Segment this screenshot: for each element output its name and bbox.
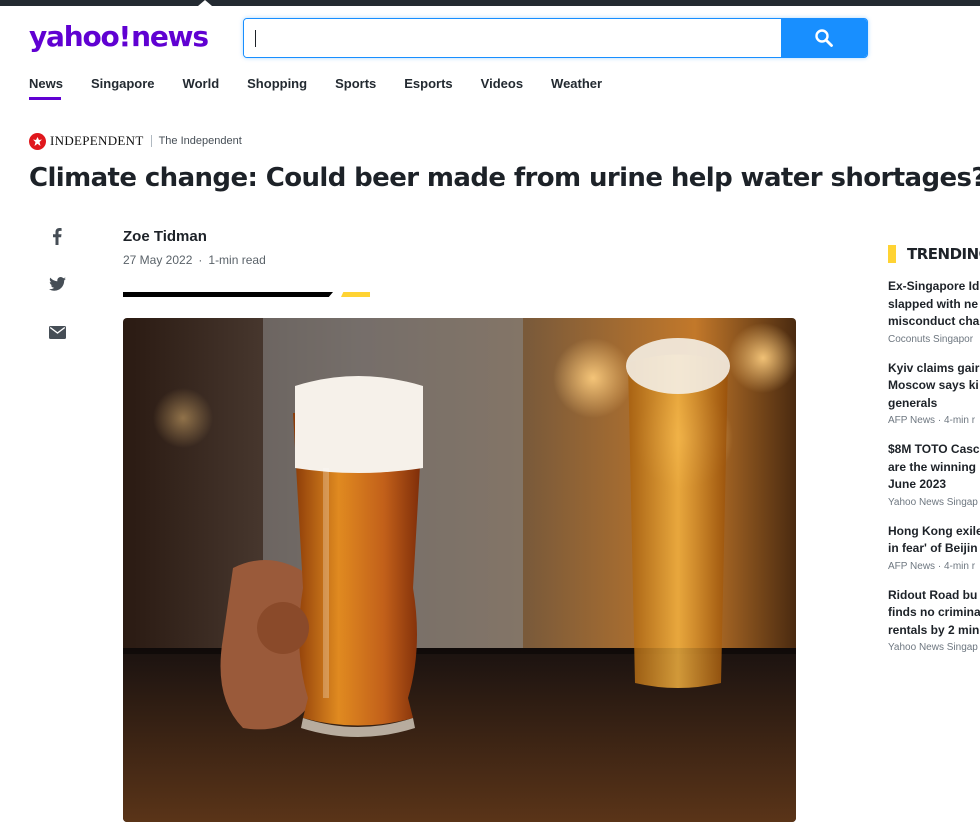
share-twitter-button[interactable] [46, 273, 68, 295]
trending-item-source: Yahoo News Singap [888, 642, 978, 653]
nav-shopping[interactable]: Shopping [247, 76, 307, 100]
trending-item-source: AFP News · 4-min r [888, 415, 976, 426]
nav-sports[interactable]: Sports [335, 76, 376, 100]
trending-item-title: Ridout Road bu finds no crimina rentals … [888, 587, 980, 640]
trending-line: generals [888, 395, 938, 410]
main-nav: News Singapore World Shopping Sports Esp… [29, 76, 630, 100]
hero-image[interactable] [123, 318, 796, 822]
search-bar [243, 18, 868, 58]
trending-line: $8M TOTO Casc [888, 442, 980, 456]
trending-item[interactable]: Hong Kong exile in fear' of Beijin AFP N… [888, 523, 980, 572]
trending-line: Ex-Singapore Id [888, 279, 980, 293]
trending-item-title: Hong Kong exile in fear' of Beijin [888, 523, 980, 558]
beer-photo [123, 318, 796, 822]
nav-singapore[interactable]: Singapore [91, 76, 155, 100]
search-icon [815, 29, 833, 47]
trending-line: finds no crimina [888, 605, 980, 619]
trending-sidebar: TRENDING Ex-Singapore Id slapped with ne… [888, 244, 980, 668]
byline-rule-yellow [341, 292, 370, 297]
share-bar [46, 225, 68, 369]
trending-item[interactable]: Ex-Singapore Id slapped with ne miscondu… [888, 278, 980, 345]
trending-line: are the winning [888, 459, 977, 474]
browser-top-bar [0, 0, 980, 6]
search-input[interactable] [244, 19, 781, 57]
trending-line: slapped with ne [888, 296, 979, 311]
nav-esports[interactable]: Esports [404, 76, 452, 100]
publisher-logo-wordmark: INDEPENDENT [50, 133, 144, 148]
share-facebook-button[interactable] [46, 225, 68, 247]
trending-item[interactable]: Ridout Road bu finds no crimina rentals … [888, 587, 980, 654]
trending-item[interactable]: $8M TOTO Casc are the winning June 2023 … [888, 441, 980, 508]
nav-news[interactable]: News [29, 76, 63, 100]
trending-line: Ridout Road bu [888, 587, 978, 602]
read-time: 1-min read [208, 253, 266, 267]
mail-icon [48, 325, 66, 339]
facebook-icon [53, 227, 62, 245]
publish-date: 27 May 2022 [123, 253, 193, 267]
publisher-name[interactable]: The Independent [159, 135, 242, 147]
trending-line: June 2023 [888, 477, 947, 491]
trending-item-title: $8M TOTO Casc are the winning June 2023 [888, 441, 980, 494]
trending-line: misconduct cha [888, 314, 980, 328]
article-headline: Climate change: Could beer made from uri… [29, 163, 980, 193]
trending-item-source: AFP News · 4-min r [888, 560, 976, 572]
byline-rule-black [123, 292, 333, 297]
text-cursor [255, 30, 256, 47]
trending-line: in fear' of Beijin [888, 541, 978, 555]
nav-weather[interactable]: Weather [551, 76, 602, 100]
trending-item-source: Yahoo News Singap [888, 496, 978, 508]
yahoo-news-logo[interactable]: yahoo! news [29, 19, 209, 55]
trending-item-title: Kyiv claims gair Moscow says ki generals [888, 360, 980, 413]
trending-line: rentals by 2 min [888, 622, 980, 637]
trending-line: Kyiv claims gair [888, 360, 980, 375]
publisher-byline: INDEPENDENT The Independent [29, 132, 242, 150]
trending-accent-bar [888, 245, 896, 263]
trending-item-title: Ex-Singapore Id slapped with ne miscondu… [888, 278, 980, 331]
trending-header: TRENDING [888, 244, 980, 264]
logo-news-text: news [131, 20, 209, 53]
share-email-button[interactable] [46, 321, 68, 343]
nav-world[interactable]: World [183, 76, 220, 100]
publisher-divider [150, 135, 152, 147]
twitter-icon [48, 277, 66, 291]
independent-eagle-icon [29, 132, 46, 150]
top-bar-notch [198, 0, 212, 6]
trending-item[interactable]: Kyiv claims gair Moscow says ki generals… [888, 360, 980, 427]
trending-line: Hong Kong exile [888, 523, 980, 538]
trending-item-source: Coconuts Singapor [888, 333, 974, 345]
trending-line: Moscow says ki [888, 378, 979, 392]
logo-yahoo-text: yahoo! [29, 20, 131, 53]
search-button[interactable] [781, 19, 867, 57]
article-meta: 27 May 2022 · 1-min read [123, 253, 266, 267]
meta-separator: · [198, 253, 203, 267]
author-name[interactable]: Zoe Tidman [123, 228, 207, 245]
trending-title: TRENDING [907, 245, 980, 263]
nav-videos[interactable]: Videos [481, 76, 523, 100]
